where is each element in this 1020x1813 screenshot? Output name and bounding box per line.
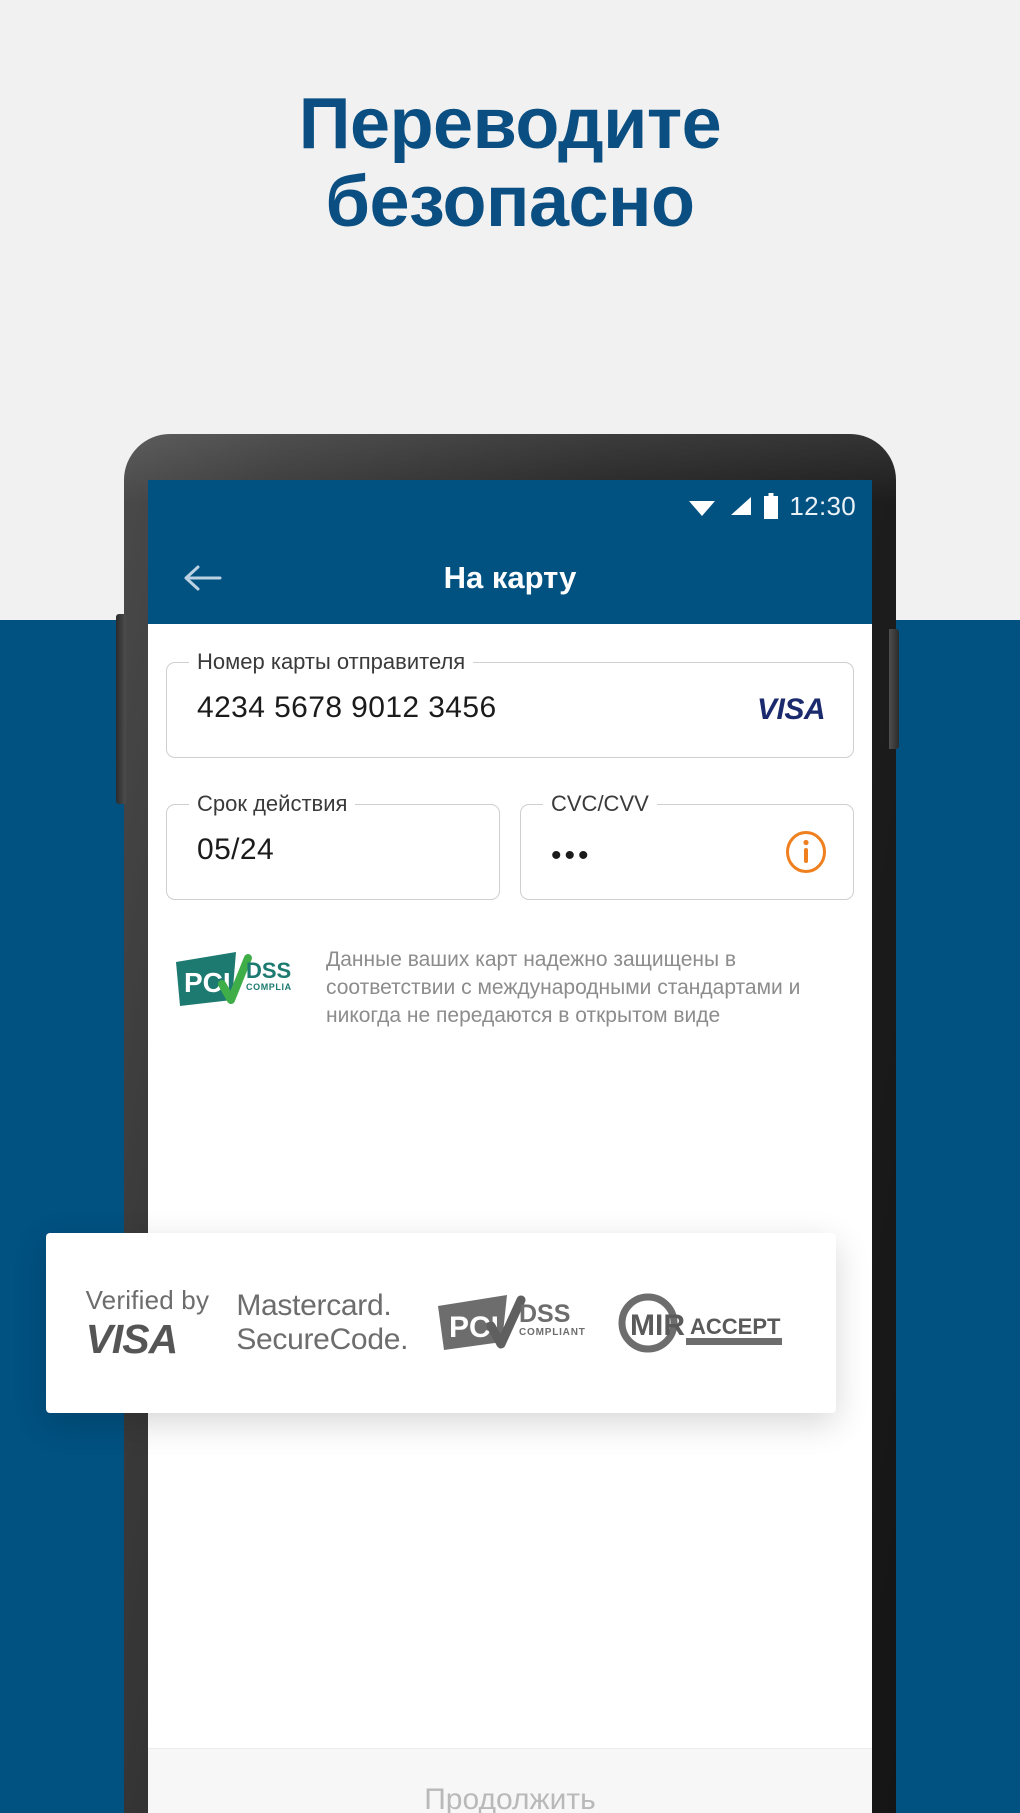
pci-dss-compliant-logo-icon: PCI DSS COMPLIANT: [176, 952, 292, 1006]
svg-text:DSS: DSS: [519, 1300, 570, 1328]
promo-headline-line1: Переводите: [298, 84, 722, 164]
verified-by-visa-line1: Verified by: [85, 1284, 210, 1315]
badge-mastercard-securecode: Mastercard. SecureCode.: [236, 1289, 408, 1356]
verified-by-visa-line2: VISA: [85, 1315, 179, 1362]
status-bar-right-cluster: 12:30: [687, 480, 856, 532]
security-note-text: Данные ваших карт надежно защищены в соо…: [326, 948, 801, 1027]
card-number-value: 4234 5678 9012 3456: [197, 691, 497, 724]
cvc-label: CVC/CVV: [543, 793, 657, 815]
wifi-icon: [689, 501, 716, 516]
info-circle-icon[interactable]: [785, 831, 827, 873]
mastercard-securecode-line2: SecureCode.: [236, 1323, 409, 1356]
expiry-label: Срок действия: [189, 793, 356, 815]
promo-headline: Переводите безопасно: [0, 84, 1020, 242]
page-title: На карту: [443, 560, 577, 595]
back-button[interactable]: [174, 550, 230, 606]
svg-text:MIR: MIR: [630, 1309, 685, 1342]
card-number-field[interactable]: Номер карты отправителя 4234 5678 9012 3…: [166, 651, 854, 758]
status-bar: 12:30: [148, 480, 872, 532]
cvc-value: •••: [551, 839, 592, 872]
card-number-label: Номер карты отправителя: [189, 651, 474, 673]
visa-brand-icon: VISA: [756, 693, 826, 726]
cvc-field[interactable]: CVC/CVV •••: [520, 793, 854, 900]
status-bar-clock: 12:30: [789, 490, 856, 521]
svg-text:ACCEPT: ACCEPT: [690, 1314, 781, 1339]
badge-mir-accept: MIR ACCEPT: [612, 1292, 796, 1354]
arrow-left-icon: [184, 565, 222, 591]
app-bar: На карту: [148, 532, 872, 624]
signal-icon: [731, 497, 752, 515]
phone-mockup: 12:30 На карту Номер карты отправителя 4…: [116, 434, 899, 1813]
badge-verified-by-visa: Verified by VISA: [86, 1287, 210, 1360]
continue-button-label: Продолжить: [424, 1783, 596, 1813]
phone-screen: 12:30 На карту Номер карты отправителя 4…: [148, 480, 872, 1813]
svg-text:COMPLIANT: COMPLIANT: [246, 982, 292, 992]
battery-icon: [764, 493, 779, 519]
mir-accept-icon: MIR ACCEPT: [618, 1293, 783, 1353]
security-note: PCI DSS COMPLIANT Данные ваших карт наде…: [166, 946, 854, 1030]
phone-power-button: [889, 629, 899, 749]
badge-pci-dss-compliant: PCI DSS COMPLIANT: [435, 1292, 585, 1354]
svg-text:DSS: DSS: [246, 958, 291, 983]
svg-text:COMPLIANT: COMPLIANT: [519, 1327, 585, 1338]
pci-dss-compliant-gray-icon: PCI DSS COMPLIANT: [438, 1295, 585, 1350]
continue-button[interactable]: Продолжить: [148, 1748, 872, 1813]
phone-volume-button: [116, 614, 126, 804]
expiry-cvc-row: Срок действия 05/24 CVC/CVV •••: [166, 793, 854, 900]
payment-badges-card: Verified by VISA Mastercard. SecureCode.…: [46, 1233, 836, 1413]
expiry-field[interactable]: Срок действия 05/24: [166, 793, 500, 900]
mastercard-securecode-line1: Mastercard.: [236, 1289, 392, 1323]
expiry-value: 05/24: [197, 833, 275, 866]
promo-headline-line2: безопасно: [325, 161, 695, 242]
